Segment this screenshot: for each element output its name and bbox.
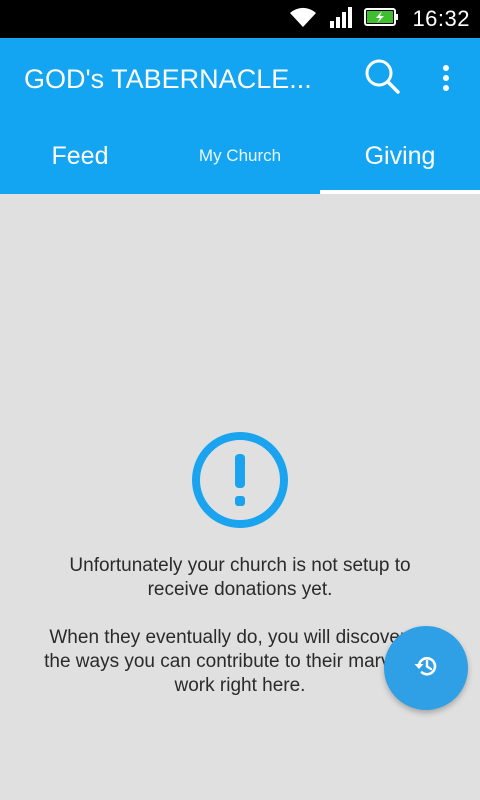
tab-giving[interactable]: Giving [320,118,480,194]
empty-state-line-1: Unfortunately your church is not setup t… [69,555,411,600]
status-time: 16:32 [412,6,470,31]
tab-my-church[interactable]: My Church [160,118,320,194]
empty-state-message: Unfortunately your church is not setup t… [40,554,440,698]
history-icon [411,651,441,686]
tab-feed[interactable]: Feed [0,118,160,194]
empty-state-line-2: When they eventually do, you will discov… [44,627,436,696]
page-title: GOD's TABERNACLE... [24,64,312,94]
search-icon [362,56,402,101]
more-vert-icon [441,64,451,97]
status-bar: 16:32 [0,0,480,38]
overflow-menu-button[interactable] [428,58,464,102]
wifi-icon [288,5,318,34]
search-button[interactable] [360,56,404,100]
tab-bar: Feed My Church Giving [0,118,480,194]
status-icons: 16:32 [288,0,470,38]
giving-history-button[interactable] [384,626,468,710]
alert-circle-icon [190,430,290,530]
giving-content: Unfortunately your church is not setup t… [0,194,480,800]
battery-charging-icon [364,6,400,33]
app-bar: GOD's TABERNACLE... Feed My Church Givin… [0,38,480,194]
signal-icon [328,5,354,34]
